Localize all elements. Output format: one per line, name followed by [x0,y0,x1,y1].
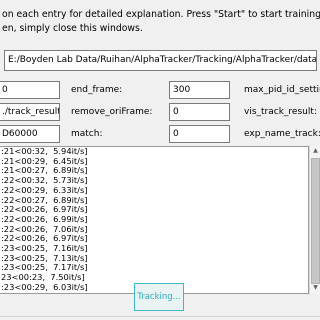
end-frame-label: end_frame: [71,85,123,95]
alphatracker-tracking-window: on each entry for detailed explanation. … [0,0,320,320]
match-field[interactable]: 0 [169,125,230,143]
weights-field[interactable]: D60000 [0,125,60,143]
instructions-text: on each entry for detailed explanation. … [2,8,320,36]
max-pid-id-setting-label: max_pid_id_setting: [244,85,320,95]
log-lines: :21<00:32, 5.94it/s]:21<00:29, 6.45it/s]… [1,147,88,293]
match-label: match: [71,129,103,139]
video-path-field[interactable]: E:/Boyden Lab Data/Ruihan/AlphaTracker/T… [4,50,317,71]
remove-oriframe-field[interactable]: 0 [169,103,230,121]
exp-name-track-label: exp_name_track: [244,129,320,139]
instructions-line-1: on each entry for detailed explanation. … [2,9,320,20]
scroll-down-arrow-icon[interactable]: ▼ [311,283,320,293]
instructions-line-2: en, simply close this windows. [2,23,143,34]
end-frame-field[interactable]: 300 [169,81,230,99]
tracking-button[interactable]: Tracking... [134,283,184,311]
start-frame-field[interactable]: 0 [0,81,60,99]
log-line: :23<00:29, 6.03it/s] [1,281,88,292]
tracking-log[interactable]: :21<00:32, 5.94it/s]:21<00:29, 6.45it/s]… [0,146,309,294]
scroll-up-arrow-icon[interactable]: ▲ [311,146,320,156]
remove-oriframe-label: remove_oriFrame: [71,107,153,117]
result-folder-field[interactable]: ./track_result/ [0,103,60,121]
scroll-thumb[interactable] [311,158,320,284]
vis-track-result-label: vis_track_result: [244,107,317,117]
log-scrollbar[interactable]: ▲ ▼ [309,146,320,294]
bottom-divider [0,316,320,317]
